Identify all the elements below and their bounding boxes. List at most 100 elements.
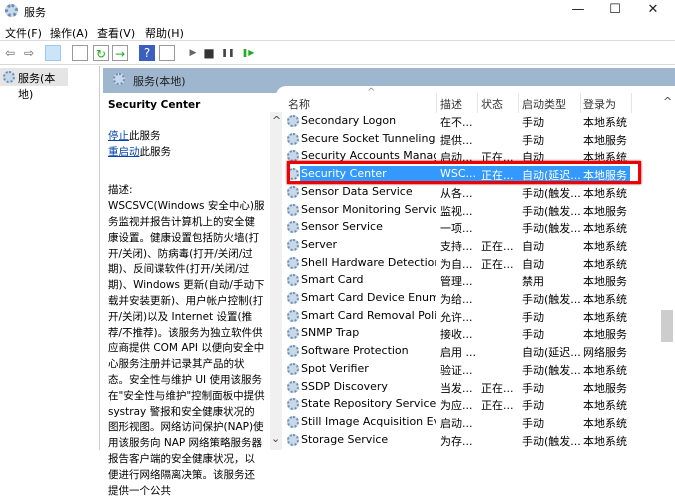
gear-icon [287, 238, 299, 251]
service-description: 为应... [440, 399, 473, 413]
service-row[interactable]: State Repository Service 为应... 正在... 手动 本地系统 [283, 396, 660, 413]
description-label: 描述: [108, 184, 133, 197]
menu-file[interactable]: 文件(F) [5, 25, 42, 41]
service-status: 正在... [481, 381, 514, 395]
service-row[interactable]: Software Protection 启用 ... 自动(延迟... 网络服务 [283, 343, 660, 360]
service-row[interactable]: Shell Hardware Detection 为自... 正在... 自动 本地系统 [283, 255, 660, 272]
service-name: Sensor Monitoring Service [301, 202, 436, 216]
menu-action[interactable]: 操作(A) [50, 25, 88, 41]
gear-icon [287, 274, 299, 287]
service-startup-type: 手动(触发... [522, 222, 580, 236]
service-name: State Repository Service [301, 397, 436, 411]
details-pane: Security Center 停止此服务 重启动此服务 描述: WSCSVC(… [103, 93, 270, 497]
properties-icon[interactable] [72, 45, 88, 61]
scroll-up-icon[interactable]: ^ [663, 95, 672, 108]
service-row[interactable]: Sensor Service 一项... 手动(触发... 本地系统 [283, 219, 660, 236]
service-row[interactable]: Smart Card Device Enum... 为给... 手动(触发... 本地… [283, 290, 660, 307]
service-description: 为给... [440, 293, 473, 306]
service-row[interactable]: Secure Socket Tunneling ... 提供... 手动 本地服务 [283, 131, 660, 148]
service-name: Still Image Acquisition Ev... [301, 414, 436, 428]
service-name: Server [301, 237, 338, 251]
menu-help[interactable]: 帮助(H) [145, 25, 184, 41]
service-startup-type: 手动 [522, 399, 544, 413]
service-row[interactable]: Sensor Data Service 从各... 手动(触发... 本地系统 [283, 184, 660, 201]
maximize-button[interactable]: ☐ [600, 2, 630, 20]
service-name: Sensor Service [301, 220, 383, 234]
service-description: 一项... [440, 222, 473, 236]
column-header-startup-type[interactable]: 启动类型 [522, 96, 566, 112]
scroll-up-icon[interactable]: ^ [272, 114, 281, 127]
window-title: 服务 [24, 6, 46, 19]
service-log-on-as: 本地系统 [583, 416, 627, 430]
restart-service-icon[interactable]: ❚▶ [240, 45, 256, 61]
services-list: ^ 名称 描述 状态 启动类型 登录为 Secondary Logon 在不...… [283, 87, 660, 450]
service-row[interactable]: Spot Verifier 验证... 手动(触发... 本地系统 [283, 361, 660, 378]
service-status: 正在... [481, 257, 514, 271]
services-gear-icon [5, 4, 18, 17]
action-pane-icon[interactable] [159, 45, 175, 61]
highlight-annotation-box [287, 161, 641, 184]
service-startup-type: 手动 [522, 381, 544, 395]
console-tree: 服务(本地) [0, 66, 100, 450]
service-row[interactable]: Sensor Monitoring Service 监视... 手动(触发... 本地… [283, 202, 660, 219]
gear-icon [287, 309, 299, 322]
menu-bar: 文件(F) 操作(A) 查看(V) 帮助(H) [0, 22, 675, 41]
show-hide-console-tree-icon[interactable] [45, 45, 61, 61]
column-header-description[interactable]: 描述 [440, 96, 462, 112]
service-log-on-as: 本地系统 [583, 310, 627, 324]
minimize-button[interactable]: — [563, 2, 593, 20]
gear-icon [287, 292, 299, 304]
refresh-icon[interactable]: ↻ [93, 45, 109, 61]
export-list-icon[interactable]: → [112, 45, 128, 61]
service-name: Smart Card Device Enum... [301, 291, 436, 304]
pause-service-icon[interactable]: ❚❚ [220, 45, 236, 61]
service-description: 支持... [440, 239, 473, 253]
service-name: Smart Card Removal Poli... [301, 308, 436, 322]
scroll-down-icon[interactable]: ⌄ [271, 432, 280, 445]
start-service-icon[interactable]: ▶ [185, 45, 201, 61]
service-row[interactable]: Server 支持... 正在... 自动 本地系统 [283, 237, 660, 254]
details-scrollbar[interactable]: ^ ⌄ [270, 112, 282, 450]
service-row[interactable]: SSDP Discovery 当发... 正在... 手动 本地服务 [283, 379, 660, 396]
service-row[interactable]: Smart Card Removal Poli... 允许... 手动 本地系统 [283, 308, 660, 325]
tree-item-label: 服务(本地) [18, 72, 56, 101]
help-icon[interactable]: ? [139, 45, 155, 61]
service-name: SNMP Trap [301, 326, 360, 340]
service-log-on-as: 本地系统 [583, 434, 627, 448]
service-row[interactable]: Storage Service 为存... 手动(触发... 本地系统 [283, 432, 660, 449]
service-name: Software Protection [301, 344, 409, 358]
restart-service-link[interactable]: 重启动 [108, 146, 140, 158]
service-row[interactable]: Secondary Logon 在不... 手动 本地系统 [283, 113, 660, 130]
stop-service-link[interactable]: 停止 [108, 130, 129, 142]
menu-view[interactable]: 查看(V) [97, 25, 135, 41]
scrollbar-thumb[interactable] [661, 310, 673, 342]
link-suffix: 此服务 [139, 145, 172, 158]
column-header-status[interactable]: 状态 [481, 96, 503, 112]
service-log-on-as: 网络服务 [583, 346, 627, 360]
service-startup-type: 禁用 [522, 275, 544, 289]
close-button[interactable]: ✕ [638, 2, 668, 20]
service-status: 正在... [481, 399, 514, 413]
service-row[interactable]: SNMP Trap 接收... 手动 本地服务 [283, 325, 660, 342]
service-log-on-as: 本地服务 [583, 381, 627, 395]
service-description: 从各... [440, 186, 473, 200]
list-scrollbar[interactable]: ^ [660, 93, 675, 450]
tree-item-services-local[interactable]: 服务(本地) [0, 68, 68, 101]
column-header-log-on-as[interactable]: 登录为 [583, 96, 616, 112]
service-name: Spot Verifier [301, 361, 369, 375]
gear-icon [287, 362, 299, 375]
forward-icon[interactable]: ⇨ [21, 45, 37, 61]
sort-ascending-icon: ^ [367, 87, 376, 98]
service-row[interactable]: Smart Card 管理... 禁用 本地服务 [283, 272, 660, 289]
gear-icon [287, 132, 299, 145]
back-icon[interactable]: ⇦ [2, 45, 18, 61]
toolbar: ⇦ ⇨ ↻ → ? ▶ ■ ❚❚ ❚▶ [0, 41, 675, 65]
service-startup-type: 手动 [522, 328, 544, 342]
stop-service-icon[interactable]: ■ [201, 45, 217, 61]
service-row[interactable]: Still Image Acquisition Ev... 启动... 手动 本地系统 [283, 414, 660, 431]
service-description: 当发... [440, 381, 473, 395]
service-log-on-as: 本地系统 [583, 239, 627, 253]
column-header-name[interactable]: 名称 [288, 96, 310, 112]
title-bar: 服务 — ☐ ✕ [0, 0, 675, 22]
service-name: Secure Socket Tunneling ... [301, 131, 436, 145]
